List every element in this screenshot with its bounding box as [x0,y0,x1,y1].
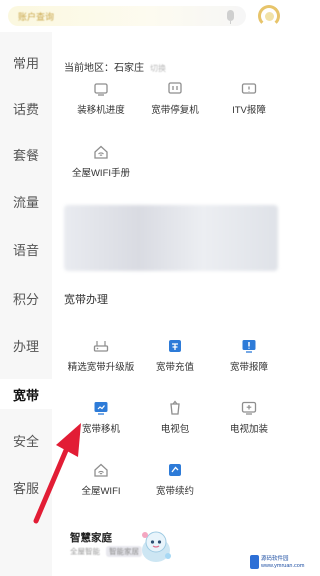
broadband-report-icon [242,340,256,353]
sidebar-item-phone-bill[interactable]: 话费 [0,93,52,123]
section-title-broadband: 宽带办理 [64,294,108,306]
current-region: 当前地区：石家庄 切换 [64,59,166,74]
region-switch-link[interactable]: 切换 [150,64,166,73]
watermark-text: 源码软件园 www.ymruan.com [261,556,304,570]
smart-home-subtitle: 全屋智能 智能家居 [70,546,142,557]
main-panel: 当前地区：石家庄 切换 装移机进度 宽带停复机 ITV报障 全屋WIFI手册 宽带… [52,32,287,576]
sidebar-item-voice[interactable]: 语音 [0,234,52,264]
region-prefix: 当前地区： [64,63,114,74]
tile-label: 全屋WIFI [81,486,121,497]
sidebar-item-security[interactable]: 安全 [0,425,52,455]
tile-label: 装移机进度 [77,105,125,116]
tv-report-icon [241,83,257,94]
tile-broadband-recharge[interactable]: 宽带充值 [136,338,214,382]
mascot-illustration [142,531,171,562]
tile-tv-add[interactable]: 电视加装 [210,400,288,444]
sidebar-item-plan[interactable]: 套餐 [0,139,52,169]
tile-label: 全屋WIFI手册 [71,168,131,179]
tv-package-icon [170,400,180,415]
tile-broadband-relocate[interactable]: 宽带移机 [62,400,140,444]
sidebar-item-support[interactable]: 客服 [0,472,52,502]
smart-home-desc: 全屋智能 [70,547,100,556]
sidebar-item-data[interactable]: 流量 [0,186,52,216]
tile-install-progress[interactable]: 装移机进度 [62,81,140,125]
tile-label: 宽带停复机 [151,105,199,116]
tile-tv-package[interactable]: 电视包 [136,400,214,444]
tile-label: ITV报障 [232,105,266,116]
broadband-recharge-icon [169,340,181,352]
top-bar: 账户查询 [0,0,287,32]
sidebar-item-common[interactable]: 常用 [0,47,52,77]
search-input[interactable]: 账户查询 [8,6,246,26]
tile-home-wifi[interactable]: 全屋WIFI [62,462,140,506]
tv-add-icon [241,401,257,415]
sidebar-item-broadband[interactable]: 宽带 [0,379,52,409]
tile-premium-broadband-upgrade[interactable]: 精选宽带升级版 [62,338,140,382]
microphone-icon[interactable] [227,10,234,24]
tile-label: 宽带续约 [155,486,194,497]
tile-label: 电视包 [160,424,190,435]
tile-label: 宽带报障 [229,362,268,373]
tile-itv-report[interactable]: ITV报障 [210,81,288,125]
progress-icon [94,83,108,96]
tile-home-wifi-manual[interactable]: 全屋WIFI手册 [62,144,140,188]
tile-label: 电视加装 [229,424,268,435]
watermark-logo-icon [250,555,259,569]
watermark-line2: www.ymruan.com [261,563,305,569]
broadband-relocate-icon [94,402,108,415]
site-watermark: 源码软件园 www.ymruan.com [250,554,304,572]
smart-home-title[interactable]: 智慧家庭 [70,530,112,545]
tile-broadband-report[interactable]: 宽带报障 [210,338,288,382]
watermark-line1: 源码软件园 [261,556,289,562]
search-placeholder: 账户查询 [18,11,55,22]
tile-broadband-suspend[interactable]: 宽带停复机 [136,81,214,125]
tile-label: 宽带充值 [155,362,194,373]
tile-label: 宽带移机 [81,424,120,435]
tile-broadband-renew[interactable]: 宽带续约 [136,462,214,506]
home-wifi-manual-icon [94,145,108,159]
router-icon [93,341,109,352]
region-city: 石家庄 [114,63,144,74]
broadband-renew-icon [169,464,181,476]
promo-banner[interactable] [64,205,278,271]
customer-service-icon[interactable] [258,5,280,27]
sidebar-item-handle[interactable]: 办理 [0,330,52,360]
tile-label: 精选宽带升级版 [67,362,135,373]
broadband-suspend-icon [168,82,182,94]
sidebar-item-points[interactable]: 积分 [0,283,52,313]
category-sidebar: 常用 话费 套餐 流量 语音 积分 办理 宽带 安全 客服 [0,32,52,576]
home-wifi-icon [94,463,108,477]
